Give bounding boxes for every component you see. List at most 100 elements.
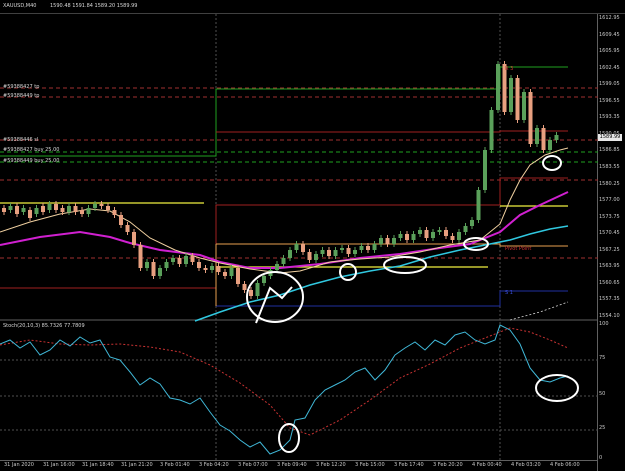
candle-body (548, 140, 552, 150)
fast-ma-line (0, 147, 569, 274)
order-tag-sl[interactable]: #59388446 sl (3, 137, 38, 143)
order-tag-buy-1[interactable]: #59388427 buy 25.00 (3, 147, 59, 153)
stoch-label: Stoch(20,10,3) 85.7326 77.7809 (3, 323, 85, 329)
candle-body (41, 206, 45, 212)
chart-window: XAUUSD,M40 1590.48 1591.84 1589.20 1589.… (0, 0, 625, 471)
stoch-axis-label: 25 (599, 425, 606, 431)
time-axis-label: 31 Jan 16:00 (43, 462, 75, 468)
time-axis-label: 4 Feb 06:00 (550, 462, 580, 468)
candle-body (385, 238, 390, 244)
time-axis-label: 3 Feb 12:20 (316, 462, 346, 468)
candle-body (164, 262, 169, 268)
candle-body (327, 250, 331, 256)
current-price-box: 1589.99 (598, 134, 622, 141)
price-axis-label: 1563.95 (599, 263, 620, 270)
stoch-axis-label: 0 (599, 455, 603, 461)
candle-body (242, 284, 247, 290)
candle-body (249, 290, 253, 296)
pivot-label-pivot: Pivot Point (505, 246, 532, 252)
stoch-axis-label: 100 (599, 321, 609, 327)
candle-body (145, 262, 149, 268)
price-axis-label: 1577.00 (599, 197, 620, 204)
price-axis-label: 1599.05 (599, 81, 620, 88)
candle-body (392, 238, 396, 244)
candle-body (223, 272, 227, 276)
time-axis-label: 31 Jan 2020 (4, 462, 34, 468)
candle-body (437, 230, 442, 232)
time-axis-label: 3 Feb 04:20 (199, 462, 229, 468)
candle-body (275, 264, 279, 270)
candle-body (184, 256, 188, 264)
r2-level (216, 130, 568, 133)
order-tag-tp-2[interactable]: #59388449 tp (3, 93, 39, 99)
price-axis-label: 1583.55 (599, 164, 620, 170)
price-axis-label: 1586.85 (599, 147, 620, 154)
candle-body (236, 268, 240, 284)
candle-body (307, 252, 312, 260)
price-axis-label: 1570.45 (599, 230, 620, 237)
candle-body (80, 210, 84, 214)
price-axis-label: 1554.10 (599, 313, 620, 319)
stoch-signal-line (0, 327, 569, 436)
candle-body (125, 225, 130, 232)
price-axis-label: 1567.25 (599, 246, 620, 253)
candle-body (314, 254, 318, 260)
stoch-axis-label: 50 (599, 391, 606, 397)
candle-body (21, 208, 26, 212)
candle-body (54, 204, 58, 210)
candle-body (340, 248, 344, 250)
candle-body (86, 208, 91, 214)
candle-body (463, 226, 468, 232)
candle-body (8, 206, 13, 210)
price-axis-label: 1573.75 (599, 213, 620, 220)
candle-body (515, 78, 520, 120)
annotation-circle-small-2 (542, 155, 562, 171)
price-axis-label: 1593.35 (599, 114, 620, 121)
candle-body (294, 244, 299, 250)
candle-body (15, 206, 19, 214)
candle-body (398, 234, 403, 238)
candle-body (171, 258, 175, 262)
price-axis-label: 1609.45 (599, 31, 620, 38)
annotation-stoch-circle-1 (278, 423, 300, 453)
candle-body (541, 128, 546, 150)
candle-body (431, 232, 435, 238)
order-tag-buy-2[interactable]: #59388449 buy 25.00 (3, 158, 59, 164)
candle-body (554, 135, 559, 140)
candle-body (158, 268, 162, 276)
candle-body (353, 250, 357, 254)
time-axis-label: 3 Feb 07:00 (238, 462, 268, 468)
candle-body (112, 210, 117, 215)
candle-body (229, 268, 234, 276)
candle-body (138, 245, 143, 268)
time-axis-label: 4 Feb 00:40 (472, 462, 502, 468)
candle-body (333, 250, 338, 256)
r3-level (0, 66, 568, 157)
candle-body (457, 232, 461, 240)
time-axis-label: 3 Feb 09:40 (277, 462, 307, 468)
time-axis-label: 31 Jan 21:20 (121, 462, 153, 468)
pivot-label-s1: S 1 (505, 290, 513, 296)
candle-body (288, 250, 292, 258)
candle-body (528, 92, 533, 144)
candle-body (132, 232, 136, 245)
candle-body (424, 230, 429, 238)
candle-body (93, 204, 97, 208)
price-axis-label: 1557.35 (599, 296, 620, 303)
candle-body (34, 208, 39, 214)
candle-body (73, 206, 78, 212)
candle-body (450, 236, 455, 240)
price-axis-label: 1560.65 (599, 279, 620, 286)
time-axis-label: 3 Feb 20:20 (433, 462, 463, 468)
candle-body (216, 266, 221, 272)
candle-body (366, 246, 370, 250)
order-tag-tp-1[interactable]: #59388427 tp (3, 84, 39, 90)
candle-body (411, 234, 416, 240)
candle-body (470, 220, 474, 226)
candle-body (405, 234, 409, 240)
candle-body (372, 244, 377, 250)
candle-body (47, 204, 52, 210)
candle-body (197, 262, 201, 268)
candle-body (119, 215, 123, 225)
candle-body (489, 110, 494, 150)
